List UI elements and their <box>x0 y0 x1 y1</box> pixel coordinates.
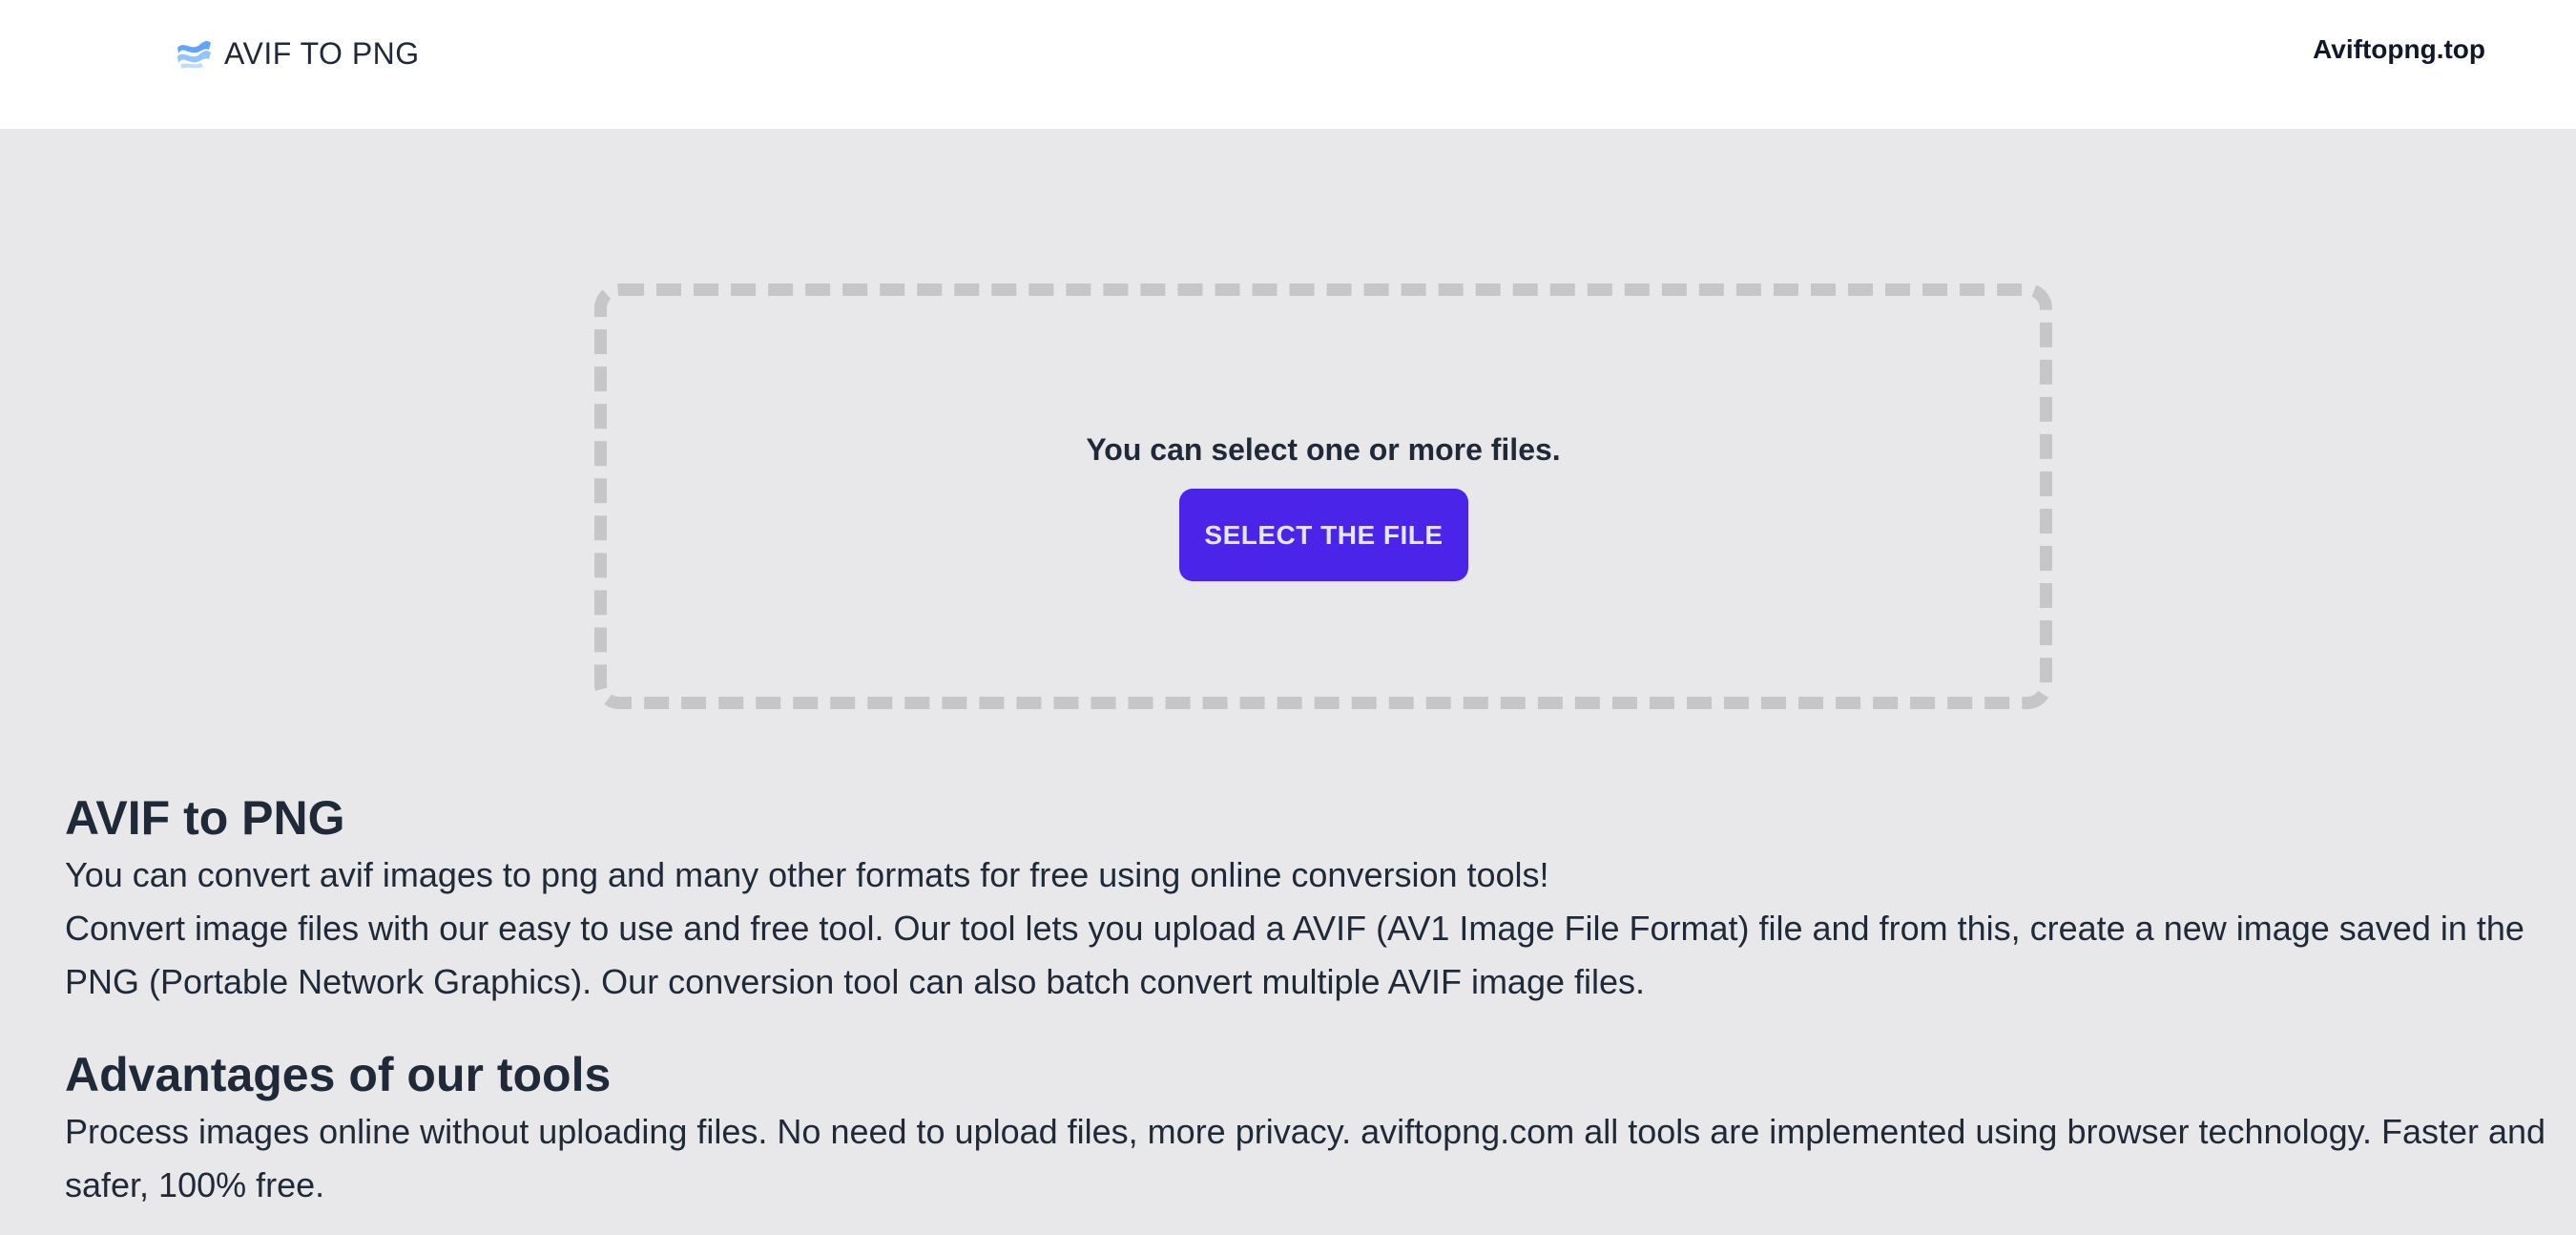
select-file-button[interactable]: SELECT THE FILE <box>1179 489 1468 581</box>
advantages-heading: Advantages of our tools <box>65 1048 612 1101</box>
site-header: AVIF TO PNG Aviftopng.top <box>0 0 2576 129</box>
article-content: AVIF to PNG You can convert avif images … <box>65 787 2565 1212</box>
intro-paragraph-2: Convert image files with our easy to use… <box>65 909 2524 1001</box>
brand-logo-link[interactable]: AVIF TO PNG <box>175 31 420 76</box>
intro-heading: AVIF to PNG <box>65 791 345 845</box>
advantages-paragraph: Process images online without uploading … <box>65 1112 2546 1204</box>
file-drop-zone[interactable]: You can select one or more files. SELECT… <box>594 283 2052 709</box>
site-domain-link[interactable]: Aviftopng.top <box>2313 34 2485 65</box>
drop-zone-hint: You can select one or more files. <box>1086 432 1561 467</box>
wave-logo-icon <box>177 40 211 69</box>
intro-section: AVIF to PNG You can convert avif images … <box>65 787 2565 1009</box>
brand-title: AVIF TO PNG <box>224 35 420 71</box>
intro-paragraph-1: You can convert avif images to png and m… <box>65 855 1549 894</box>
advantages-section: Advantages of our tools Process images o… <box>65 1044 2565 1212</box>
